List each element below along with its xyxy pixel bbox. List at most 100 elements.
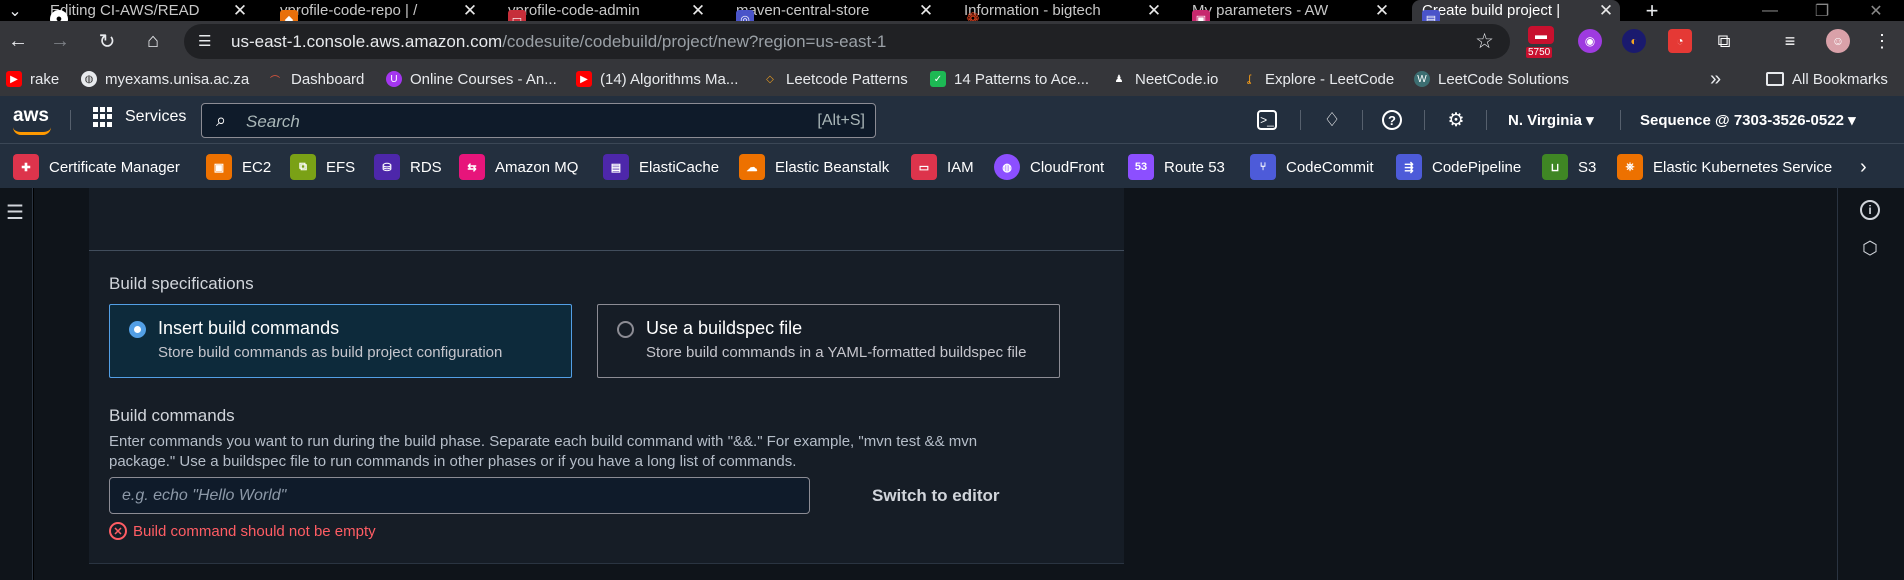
browser-tab[interactable]: ❁ Information - bigtech ✕ bbox=[964, 0, 1164, 22]
option-description: Store build commands as build project co… bbox=[158, 344, 503, 361]
new-tab-button[interactable]: + bbox=[1632, 0, 1672, 23]
favorite-certificate-manager[interactable]: ✚ Certificate Manager bbox=[13, 154, 180, 180]
menu-icon[interactable]: ⋮ bbox=[1870, 29, 1894, 53]
hamburger-menu-icon[interactable]: ☰ bbox=[6, 200, 24, 225]
tab-title: Create build project | bbox=[1422, 2, 1561, 19]
radio-unselected-icon[interactable] bbox=[617, 321, 634, 338]
bookmark-star-icon[interactable]: ☆ bbox=[1475, 29, 1494, 54]
search-shortcut: [Alt+S] bbox=[817, 112, 865, 129]
insert-build-commands-option[interactable]: Insert build commands Store build comman… bbox=[109, 304, 572, 378]
close-tab-icon[interactable]: ✕ bbox=[688, 0, 708, 21]
info-icon[interactable]: i bbox=[1860, 200, 1880, 220]
aws-logo-text: aws bbox=[13, 105, 49, 126]
bookmarks-more-icon[interactable]: » bbox=[1710, 68, 1721, 90]
close-tab-icon[interactable]: ✕ bbox=[230, 0, 250, 21]
use-buildspec-file-option[interactable]: Use a buildspec file Store build command… bbox=[597, 304, 1060, 378]
all-bookmarks-button[interactable]: All Bookmarks bbox=[1766, 69, 1888, 89]
browser-tab[interactable]: ◎ maven-central-store ✕ bbox=[736, 0, 936, 21]
favorite-s3[interactable]: ⊔ S3 bbox=[1542, 154, 1596, 180]
tab-title: vprofile-code-repo | / bbox=[280, 2, 418, 19]
extension-blue-icon[interactable]: ◐ bbox=[1622, 29, 1646, 53]
bookmark-item[interactable]: U Online Courses - An... bbox=[386, 69, 557, 89]
help-panel-icon[interactable]: ⬡ bbox=[1860, 238, 1880, 258]
cloudshell-icon[interactable]: >_ bbox=[1257, 110, 1277, 130]
switch-to-editor-button[interactable]: Switch to editor bbox=[872, 486, 1000, 506]
close-tab-icon[interactable]: ✕ bbox=[1596, 0, 1616, 21]
favorite-elastic-kubernetes-service[interactable]: ⎈ Elastic Kubernetes Service bbox=[1617, 154, 1832, 180]
tab-title: My parameters - AW bbox=[1192, 2, 1329, 19]
option-title: Use a buildspec file bbox=[646, 318, 803, 338]
validation-error: ✕ Build command should not be empty bbox=[109, 522, 376, 540]
radio-selected-icon[interactable] bbox=[129, 321, 146, 338]
bookmark-item[interactable]: ♟ NeetCode.io bbox=[1111, 69, 1219, 89]
favorite-elasticache[interactable]: ▤ ElastiCache bbox=[603, 154, 719, 180]
bookmark-item[interactable]: ▶ (14) Algorithms Ma... bbox=[576, 69, 738, 89]
region-selector[interactable]: N. Virginia ▾ bbox=[1508, 111, 1594, 129]
build-commands-input[interactable] bbox=[110, 478, 809, 513]
favorite-codecommit[interactable]: ⑂ CodeCommit bbox=[1250, 154, 1374, 180]
favorite-amazon-mq[interactable]: ⇆ Amazon MQ bbox=[459, 154, 578, 180]
aws-search-input[interactable]: ⌕ Search [Alt+S] bbox=[201, 103, 876, 138]
close-tab-icon[interactable]: ✕ bbox=[1372, 0, 1392, 21]
close-tab-icon[interactable]: ✕ bbox=[916, 0, 936, 21]
media-queue-icon[interactable]: ≡ bbox=[1778, 29, 1802, 53]
services-menu-button[interactable]: Services bbox=[93, 107, 186, 127]
bookmark-item[interactable]: ◍ myexams.unisa.ac.za bbox=[81, 69, 249, 89]
address-bar[interactable]: ☰ us-east-1.console.aws.amazon.com/codes… bbox=[184, 24, 1510, 59]
build-commands-help: Enter commands you want to run during th… bbox=[109, 433, 978, 470]
iam-icon: ▭ bbox=[911, 154, 937, 180]
favorite-codepipeline[interactable]: ⇶ CodePipeline bbox=[1396, 154, 1521, 180]
nav-divider bbox=[1486, 110, 1487, 130]
bookmark-item[interactable]: ⌒ Dashboard bbox=[267, 69, 364, 89]
home-icon[interactable]: ⌂ bbox=[137, 25, 169, 57]
site-info-icon[interactable]: ☰ bbox=[198, 32, 217, 51]
close-tab-icon[interactable]: ✕ bbox=[1144, 0, 1164, 21]
aws-logo[interactable]: aws bbox=[13, 105, 51, 135]
favorite-label: EC2 bbox=[242, 158, 272, 176]
favorite-route-53[interactable]: 53 Route 53 bbox=[1128, 154, 1225, 180]
account-menu[interactable]: Sequence @ 7303-3526-0522 ▾ bbox=[1640, 111, 1856, 129]
favorite-iam[interactable]: ▭ IAM bbox=[911, 154, 974, 180]
forward-icon[interactable]: → bbox=[44, 25, 76, 57]
favorite-efs[interactable]: ⧉ EFS bbox=[290, 154, 355, 180]
favorites-scroll-right-icon[interactable]: › bbox=[1860, 154, 1867, 180]
favorite-cloudfront[interactable]: ◍ CloudFront bbox=[994, 154, 1104, 180]
back-icon[interactable]: ← bbox=[2, 25, 34, 57]
bookmark-item[interactable]: ◇ Leetcode Patterns bbox=[762, 69, 908, 89]
help-icon[interactable]: ? bbox=[1382, 110, 1402, 130]
bookmark-item[interactable]: ʆ Explore - LeetCode bbox=[1241, 69, 1394, 89]
extension-purple-icon[interactable]: ◉ bbox=[1578, 29, 1602, 53]
close-window-icon[interactable]: ✕ bbox=[1856, 0, 1896, 21]
tab-search-icon[interactable]: ⌄ bbox=[0, 0, 30, 21]
close-tab-icon[interactable]: ✕ bbox=[460, 0, 480, 21]
build-commands-field[interactable] bbox=[109, 477, 810, 514]
maximize-icon[interactable]: ❐ bbox=[1802, 0, 1842, 21]
extension-red-icon[interactable]: ▬ bbox=[1528, 26, 1554, 44]
favorite-rds[interactable]: ⛁ RDS bbox=[374, 154, 442, 180]
settings-gear-icon[interactable]: ⚙ bbox=[1444, 108, 1468, 132]
notifications-bell-icon[interactable]: ♢ bbox=[1320, 108, 1344, 132]
folder-icon bbox=[1766, 72, 1784, 86]
browser-tab[interactable]: ● Editing CI-AWS/READ ✕ bbox=[50, 0, 250, 21]
profile-avatar[interactable]: ☺ bbox=[1826, 29, 1850, 53]
minimize-icon[interactable]: — bbox=[1750, 0, 1790, 21]
browser-tab[interactable]: ▭ vprofile-code-admin ✕ bbox=[508, 0, 708, 21]
browser-tab-active[interactable]: ▤ Create build project | ✕ bbox=[1412, 0, 1620, 21]
bookmark-item[interactable]: ✓ 14 Patterns to Ace... bbox=[930, 69, 1089, 89]
favorite-label: RDS bbox=[410, 158, 442, 176]
tab-strip: ⌄ ● Editing CI-AWS/READ ✕ ◆ vprofile-cod… bbox=[0, 0, 1904, 23]
extensions-puzzle-icon[interactable]: ⧉ bbox=[1712, 29, 1736, 53]
search-placeholder: Search bbox=[246, 112, 300, 131]
bookmark-item[interactable]: ▶ rake bbox=[6, 69, 59, 89]
tab-title: Editing CI-AWS/READ bbox=[50, 2, 200, 19]
browser-tab[interactable]: ▣ My parameters - AW ✕ bbox=[1192, 0, 1392, 21]
tab-title: Information - bigtech bbox=[964, 2, 1101, 19]
bookmark-label: (14) Algorithms Ma... bbox=[600, 70, 739, 88]
browser-tab[interactable]: ◆ vprofile-code-repo | / ✕ bbox=[280, 0, 480, 21]
favorite-elastic-beanstalk[interactable]: ☁ Elastic Beanstalk bbox=[739, 154, 889, 180]
reload-icon[interactable]: ↻ bbox=[91, 25, 123, 57]
bookmark-label: Leetcode Patterns bbox=[786, 70, 908, 88]
bookmark-item[interactable]: W LeetCode Solutions bbox=[1414, 69, 1569, 89]
extension-timer-icon[interactable]: ◔ bbox=[1668, 29, 1692, 53]
favorite-ec2[interactable]: ▣ EC2 bbox=[206, 154, 271, 180]
